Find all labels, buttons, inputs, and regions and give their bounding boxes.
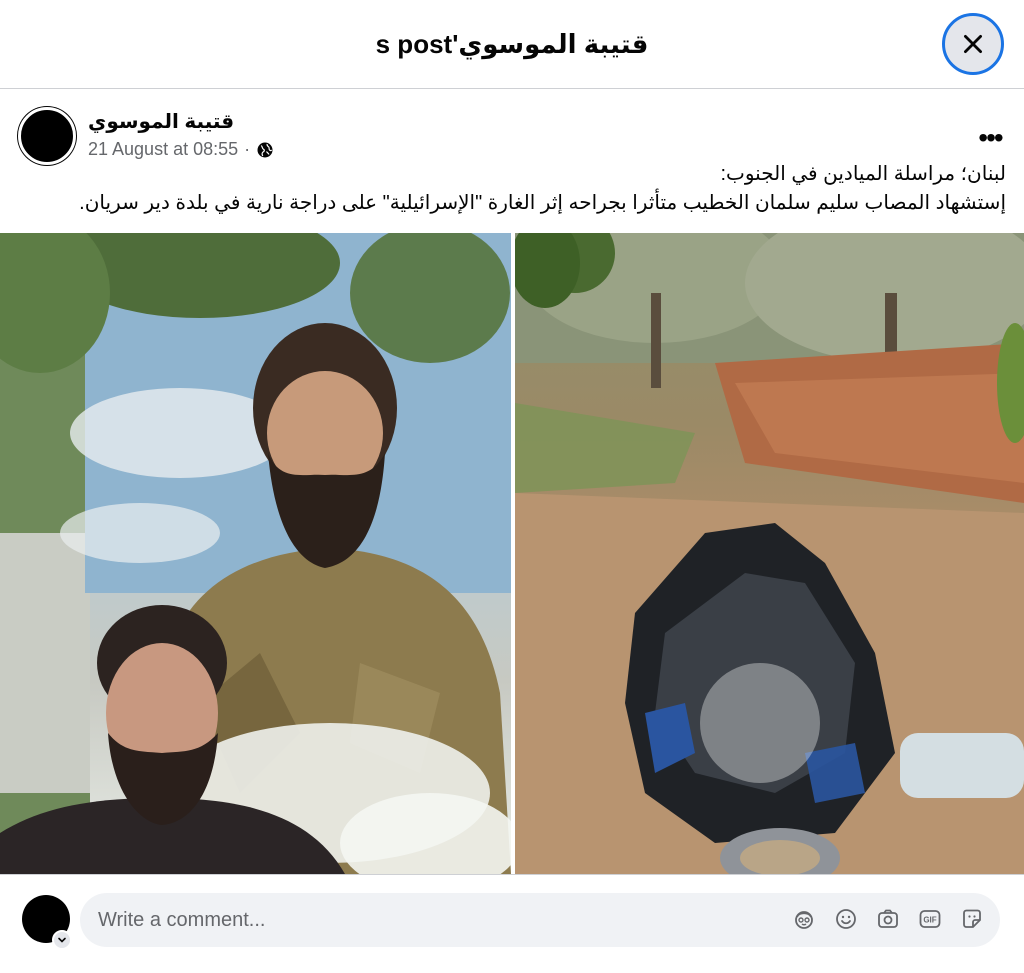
comment-input[interactable]: [98, 908, 778, 932]
avatar-sticker-icon: [795, 911, 813, 929]
author-name[interactable]: قتيبة الموسوي: [88, 109, 234, 134]
close-icon: [964, 35, 982, 53]
profile-switch-button[interactable]: [52, 930, 72, 950]
dialog-title: قتيبة الموسوي's post: [375, 28, 649, 59]
post-media: [0, 233, 1024, 874]
chevron-down-icon: [58, 937, 66, 943]
emoji-icon: [836, 909, 856, 929]
close-button[interactable]: [942, 13, 1004, 75]
more-horizontal-icon: •••: [978, 122, 1003, 153]
burned-motorcycle-photo[interactable]: [515, 233, 1024, 874]
author-avatar[interactable]: [18, 107, 76, 165]
sticker-button[interactable]: [958, 905, 986, 933]
meta-separator: ·: [244, 139, 251, 159]
post-header: قتيبة الموسوي 21 August at 08:55 · •••: [18, 106, 1008, 166]
globe-icon[interactable]: [256, 141, 274, 159]
dialog-header: قتيبة الموسوي's post: [0, 0, 1024, 89]
more-options-button[interactable]: •••: [972, 120, 1008, 156]
portrait-photo[interactable]: [0, 233, 511, 874]
svg-text:GIF: GIF: [923, 916, 936, 925]
camera-button[interactable]: [874, 905, 902, 933]
post-timestamp[interactable]: 21 August at 08:55: [88, 139, 238, 160]
comment-actions: GIF: [790, 905, 986, 933]
avatar-sticker-button[interactable]: [790, 905, 818, 933]
post-text-line: إستشهاد المصاب سليم سلمان الخطيب متأثرا …: [79, 192, 1006, 214]
camera-icon: [878, 909, 898, 928]
comment-bar: GIF: [0, 874, 1024, 973]
post-text: لبنان؛ مراسلة الميادين في الجنوب: إستشها…: [18, 160, 1006, 218]
post-dialog: قتيبة الموسوي's post قتيبة الموسوي 21 Au…: [0, 0, 1024, 973]
post-meta: 21 August at 08:55 ·: [88, 139, 274, 160]
sticker-icon: [963, 909, 981, 928]
gif-button[interactable]: GIF: [916, 905, 944, 933]
comment-box: GIF: [80, 893, 1000, 947]
post-text-line: لبنان؛ مراسلة الميادين في الجنوب:: [720, 163, 1006, 185]
emoji-button[interactable]: [832, 905, 860, 933]
gif-icon: GIF: [919, 910, 941, 928]
